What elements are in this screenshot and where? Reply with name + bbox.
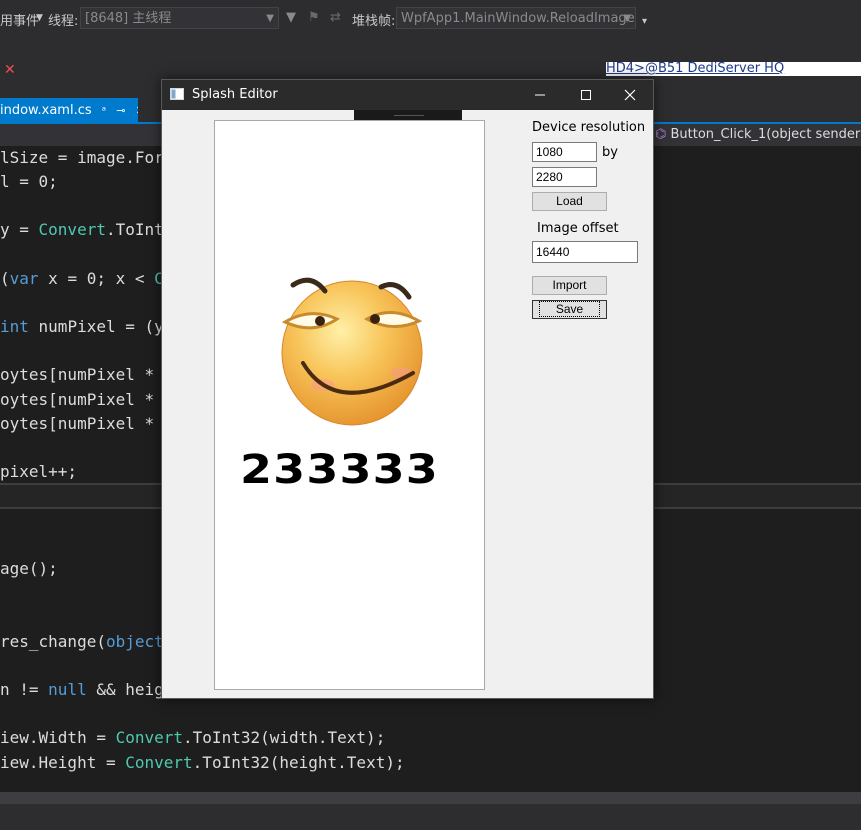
code-line: lSize = image.Forma [0,148,184,167]
save-button[interactable]: Save [532,300,607,319]
import-button[interactable]: Import [532,276,607,295]
toolbar-overflow-icon[interactable]: ▾ [642,16,647,27]
stack-frame-value: WpfApp1.MainWindow.ReloadImage [401,11,635,26]
save-label: Save [538,301,601,317]
lock-icon: ᵃ [101,104,107,117]
load-button[interactable]: Load [532,192,607,211]
device-resolution-label: Device resolution [532,120,646,135]
height-field[interactable] [532,167,597,187]
method-icon: ⌬ [655,127,667,142]
vs-debug-toolbar: 用事件 ▼ 线程: [8648] 主线程 ▼ ▼ ⚑ ⇄ 堆栈帧: WpfApp… [0,0,861,38]
member-label: Button_Click_1(object sender, Ro [670,127,861,142]
splash-editor-window: Splash Editor 233333 Device resolution 1… [161,79,654,699]
flag-icon[interactable]: ⚑ [308,10,320,25]
code-line: oytes[numPixel * 3 [0,390,174,409]
member-dropdown[interactable]: ⌬ Button_Click_1(object sender, Ro [655,124,861,146]
thread-switch-icon[interactable]: ⇄ [330,10,341,25]
chevron-down-icon[interactable]: ▼ [36,13,43,23]
event-label: 用事件 [0,14,40,29]
code-line: iew.Height = Convert.ToInt32(height.Text… [0,753,405,772]
close-icon[interactable]: ✕ [136,104,138,117]
splash-preview [214,120,485,690]
code-line: iew.Width = Convert.ToInt32(width.Text); [0,728,386,747]
image-offset-field[interactable] [532,241,638,263]
close-button[interactable] [607,80,653,110]
width-field[interactable] [532,142,597,162]
thread-label: 线程: [48,14,79,29]
maximize-button[interactable] [563,80,609,110]
notch-grip [394,115,424,116]
minimize-icon [535,94,545,96]
error-icon: ✕ [4,62,16,78]
code-line: y = Convert.ToInt3 [0,220,174,239]
code-line: oytes[numPixel * 3 [0,414,174,433]
horizontal-scrollbar[interactable] [0,792,861,804]
maximize-icon [581,90,591,100]
pin-icon[interactable]: ⊸ [116,104,125,117]
code-line: (var x = 0; x < Co [0,269,173,288]
thread-value: [8648] 主线程 [85,11,172,26]
code-line: age(); [0,559,58,578]
filter-icon[interactable]: ▼ [286,10,296,25]
preview-caption: 233333 [240,447,439,493]
code-line: int numPixel = (y * [0,317,184,336]
chevron-down-icon: ▼ [266,13,274,24]
code-line: l = 0; [0,172,58,191]
thread-combo[interactable]: [8648] 主线程 ▼ [80,7,279,29]
code-line: res_change(object [0,632,164,651]
smirk-emoji-image [281,277,423,426]
app-icon [170,88,184,100]
tab-label: indow.xaml.cs [0,103,92,118]
code-line: pixel++; [0,462,78,481]
stack-frame-label: 堆栈帧: [352,14,396,29]
output-link[interactable]: HD4>@B51 DediServer HQ [606,62,861,76]
stack-frame-combo[interactable]: WpfApp1.MainWindow.ReloadImage ▼ [396,7,636,29]
code-line: oytes[numPixel * 3 [0,365,174,384]
image-offset-label: Image offset [537,221,619,236]
code-line: n != null && heigh [0,680,174,699]
tab-mainwindow-xaml-cs[interactable]: indow.xaml.cs ᵃ ⊸ ✕ [0,98,138,124]
window-title: Splash Editor [192,87,278,102]
close-icon [624,89,636,101]
by-label: by [602,145,618,160]
window-titlebar[interactable]: Splash Editor [162,80,653,110]
vs-bottom-panel [0,804,861,830]
minimize-button[interactable] [517,80,563,110]
chevron-down-icon: ▼ [623,13,631,24]
